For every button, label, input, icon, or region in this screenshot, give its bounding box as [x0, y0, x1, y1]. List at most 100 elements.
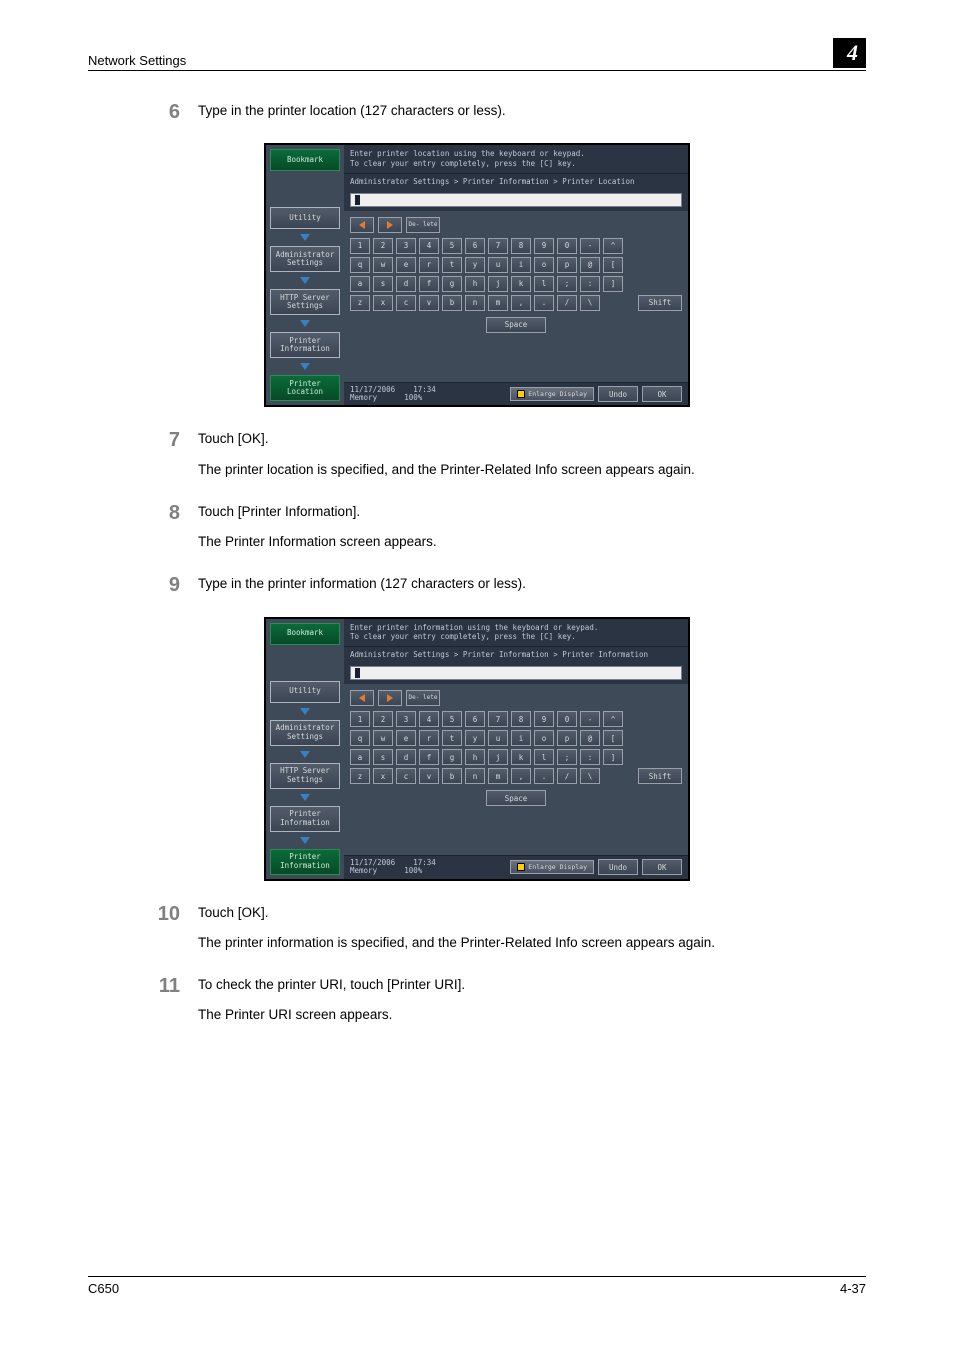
text-input[interactable]: [350, 193, 682, 207]
printer-information-button[interactable]: Printer Information: [270, 849, 340, 875]
keyboard-key[interactable]: x: [373, 768, 393, 784]
keyboard-key[interactable]: 9: [534, 711, 554, 727]
ok-button[interactable]: OK: [642, 859, 682, 875]
keyboard-key[interactable]: 0: [557, 711, 577, 727]
keyboard-key[interactable]: w: [373, 257, 393, 273]
keyboard-key[interactable]: i: [511, 730, 531, 746]
keyboard-key[interactable]: l: [534, 276, 554, 292]
keyboard-key[interactable]: z: [350, 295, 370, 311]
keyboard-key[interactable]: ]: [603, 276, 623, 292]
keyboard-key[interactable]: w: [373, 730, 393, 746]
delete-key[interactable]: De- lete: [406, 217, 440, 233]
bookmark-button[interactable]: Bookmark: [270, 149, 340, 171]
keyboard-key[interactable]: .: [534, 295, 554, 311]
keyboard-key[interactable]: /: [557, 295, 577, 311]
keyboard-key[interactable]: e: [396, 730, 416, 746]
keyboard-key[interactable]: k: [511, 749, 531, 765]
keyboard-key[interactable]: m: [488, 295, 508, 311]
keyboard-key[interactable]: 6: [465, 238, 485, 254]
keyboard-key[interactable]: b: [442, 768, 462, 784]
keyboard-key[interactable]: f: [419, 749, 439, 765]
keyboard-key[interactable]: j: [488, 749, 508, 765]
keyboard-key[interactable]: s: [373, 749, 393, 765]
keyboard-key[interactable]: 8: [511, 238, 531, 254]
keyboard-key[interactable]: j: [488, 276, 508, 292]
printer-info-button[interactable]: Printer Information: [270, 332, 340, 358]
keyboard-key[interactable]: \: [580, 768, 600, 784]
http-server-button[interactable]: HTTP Server Settings: [270, 763, 340, 789]
keyboard-key[interactable]: 7: [488, 711, 508, 727]
utility-button[interactable]: Utility: [270, 681, 340, 703]
keyboard-key[interactable]: a: [350, 749, 370, 765]
bookmark-button[interactable]: Bookmark: [270, 623, 340, 645]
keyboard-key[interactable]: o: [534, 730, 554, 746]
keyboard-key[interactable]: 2: [373, 711, 393, 727]
delete-key[interactable]: De- lete: [406, 690, 440, 706]
keyboard-key[interactable]: g: [442, 749, 462, 765]
keyboard-key[interactable]: d: [396, 276, 416, 292]
keyboard-key[interactable]: c: [396, 295, 416, 311]
keyboard-key[interactable]: i: [511, 257, 531, 273]
arrow-left-key[interactable]: [350, 690, 374, 706]
keyboard-key[interactable]: -: [580, 238, 600, 254]
keyboard-key[interactable]: q: [350, 257, 370, 273]
keyboard-key[interactable]: 8: [511, 711, 531, 727]
keyboard-key[interactable]: 4: [419, 238, 439, 254]
keyboard-key[interactable]: ,: [511, 295, 531, 311]
keyboard-key[interactable]: -: [580, 711, 600, 727]
keyboard-key[interactable]: 5: [442, 238, 462, 254]
keyboard-key[interactable]: 7: [488, 238, 508, 254]
keyboard-key[interactable]: 3: [396, 238, 416, 254]
keyboard-key[interactable]: @: [580, 730, 600, 746]
keyboard-key[interactable]: s: [373, 276, 393, 292]
shift-key[interactable]: Shift: [638, 768, 682, 784]
keyboard-key[interactable]: p: [557, 257, 577, 273]
keyboard-key[interactable]: q: [350, 730, 370, 746]
keyboard-key[interactable]: f: [419, 276, 439, 292]
undo-button[interactable]: Undo: [598, 386, 638, 402]
keyboard-key[interactable]: /: [557, 768, 577, 784]
keyboard-key[interactable]: ]: [603, 749, 623, 765]
text-input[interactable]: [350, 666, 682, 680]
space-key[interactable]: Space: [486, 790, 546, 806]
keyboard-key[interactable]: 4: [419, 711, 439, 727]
admin-settings-button[interactable]: Administrator Settings: [270, 720, 340, 746]
keyboard-key[interactable]: y: [465, 730, 485, 746]
keyboard-key[interactable]: 0: [557, 238, 577, 254]
keyboard-key[interactable]: 5: [442, 711, 462, 727]
keyboard-key[interactable]: [: [603, 257, 623, 273]
keyboard-key[interactable]: d: [396, 749, 416, 765]
arrow-right-key[interactable]: [378, 690, 402, 706]
keyboard-key[interactable]: v: [419, 295, 439, 311]
printer-info-button[interactable]: Printer Information: [270, 806, 340, 832]
admin-settings-button[interactable]: Administrator Settings: [270, 246, 340, 272]
keyboard-key[interactable]: ^: [603, 711, 623, 727]
keyboard-key[interactable]: :: [580, 749, 600, 765]
keyboard-key[interactable]: u: [488, 257, 508, 273]
enlarge-display-button[interactable]: Enlarge Display: [510, 860, 594, 874]
keyboard-key[interactable]: v: [419, 768, 439, 784]
keyboard-key[interactable]: k: [511, 276, 531, 292]
keyboard-key[interactable]: 1: [350, 238, 370, 254]
arrow-left-key[interactable]: [350, 217, 374, 233]
keyboard-key[interactable]: n: [465, 768, 485, 784]
keyboard-key[interactable]: 2: [373, 238, 393, 254]
keyboard-key[interactable]: :: [580, 276, 600, 292]
keyboard-key[interactable]: t: [442, 730, 462, 746]
keyboard-key[interactable]: o: [534, 257, 554, 273]
keyboard-key[interactable]: a: [350, 276, 370, 292]
keyboard-key[interactable]: u: [488, 730, 508, 746]
keyboard-key[interactable]: 1: [350, 711, 370, 727]
keyboard-key[interactable]: ;: [557, 276, 577, 292]
keyboard-key[interactable]: b: [442, 295, 462, 311]
keyboard-key[interactable]: 6: [465, 711, 485, 727]
keyboard-key[interactable]: r: [419, 257, 439, 273]
ok-button[interactable]: OK: [642, 386, 682, 402]
keyboard-key[interactable]: [: [603, 730, 623, 746]
keyboard-key[interactable]: e: [396, 257, 416, 273]
keyboard-key[interactable]: h: [465, 276, 485, 292]
arrow-right-key[interactable]: [378, 217, 402, 233]
keyboard-key[interactable]: ;: [557, 749, 577, 765]
keyboard-key[interactable]: p: [557, 730, 577, 746]
keyboard-key[interactable]: z: [350, 768, 370, 784]
